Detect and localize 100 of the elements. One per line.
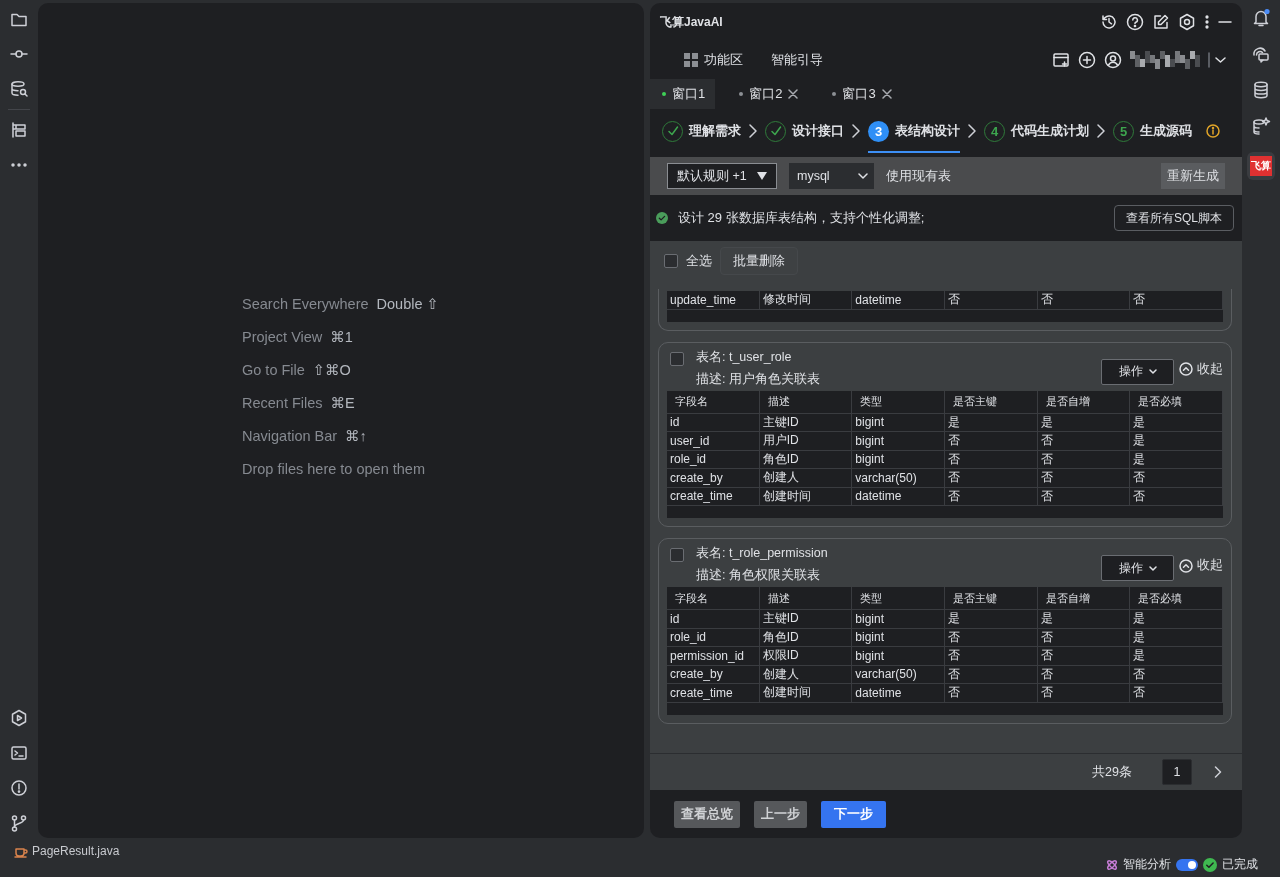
- existing-tables-button[interactable]: 使用现有表: [885, 167, 951, 185]
- table-cell: 是: [945, 610, 1038, 628]
- batch-delete-button[interactable]: 批量删除: [720, 247, 798, 275]
- sql-scripts-button[interactable]: 查看所有SQL脚本: [1114, 205, 1234, 231]
- step-tab[interactable]: 设计接口: [765, 109, 844, 153]
- shortcut-text: ⌘E: [330, 393, 355, 413]
- table-cell: 否: [945, 469, 1038, 487]
- column-header: 描述: [759, 587, 853, 609]
- nav-button[interactable]: 智能引导: [771, 50, 823, 69]
- next-page-icon[interactable]: [1214, 766, 1222, 778]
- nav-button[interactable]: 功能区: [684, 50, 743, 69]
- footer-button[interactable]: 下一步: [821, 800, 886, 828]
- checkbox[interactable]: [664, 254, 678, 268]
- chevron-down-icon: [857, 173, 868, 179]
- table-cell: id: [667, 610, 760, 628]
- database-icon[interactable]: [1251, 80, 1271, 100]
- table-cell: datetime: [852, 291, 945, 309]
- table-cell: 否: [945, 647, 1038, 665]
- actions-dropdown[interactable]: 操作: [1101, 555, 1174, 581]
- help-icon[interactable]: [1126, 13, 1144, 31]
- database-search-icon[interactable]: [10, 80, 28, 98]
- table-description: 描述: 用户角色关联表: [696, 370, 821, 388]
- footer-button[interactable]: 查看总览: [674, 800, 740, 828]
- run-icon[interactable]: [10, 709, 28, 727]
- table-cell: 否: [945, 665, 1038, 683]
- column-header: 字段名: [667, 390, 760, 413]
- window-tab[interactable]: 窗口1: [650, 79, 716, 109]
- table-cell: 是: [1130, 450, 1223, 468]
- table-cell: create_time: [667, 487, 760, 505]
- column-header: 是否主键: [945, 390, 1038, 413]
- database-select[interactable]: mysql: [789, 163, 874, 189]
- chevron-down-icon[interactable]: [1208, 50, 1228, 69]
- plugin-logo[interactable]: 飞算: [1247, 152, 1275, 180]
- table-cell: 否: [1037, 487, 1131, 505]
- table-cell: 创建人: [759, 665, 853, 683]
- table-cell: bigint: [852, 610, 945, 628]
- table-cell: update_time: [667, 291, 760, 309]
- close-icon[interactable]: [881, 89, 892, 99]
- notification-icon[interactable]: [1251, 8, 1271, 28]
- regenerate-button[interactable]: 重新生成: [1161, 163, 1225, 189]
- actions-dropdown[interactable]: 操作: [1101, 358, 1174, 385]
- table-cell: 主键ID: [759, 610, 853, 628]
- table-cell: 否: [1130, 487, 1223, 505]
- analysis-toggle[interactable]: [1176, 858, 1198, 871]
- collapse-button[interactable]: 收起: [1179, 557, 1223, 574]
- checkbox[interactable]: [670, 548, 684, 562]
- collapse-icon: [1179, 558, 1193, 573]
- table-cell: id: [667, 413, 760, 431]
- table-cell: 否: [1037, 291, 1131, 309]
- table-cell: 否: [1037, 665, 1131, 683]
- step-tab[interactable]: 理解需求: [662, 109, 741, 153]
- table-description: 描述: 角色权限关联表: [696, 567, 821, 584]
- chevron-right-icon: [852, 124, 860, 138]
- table-cell: 否: [1037, 684, 1131, 702]
- structure-icon[interactable]: [10, 121, 28, 139]
- problems-icon[interactable]: [10, 779, 28, 797]
- select-all-label: 全选: [686, 252, 712, 270]
- table-name: 表名: t_role_permission: [696, 545, 829, 562]
- table-cell: 否: [945, 487, 1038, 505]
- hint-text: Navigation Bar: [242, 426, 338, 446]
- shortcut-text: ⇧⌘O: [312, 360, 351, 380]
- table-cell: 否: [945, 628, 1038, 646]
- status-text: 已完成: [1222, 856, 1258, 873]
- column-header: 描述: [759, 390, 853, 413]
- check-icon: [666, 125, 679, 137]
- user-icon[interactable]: [1104, 50, 1122, 69]
- database-sparkle-icon[interactable]: [1251, 116, 1271, 136]
- chat-icon[interactable]: [1251, 44, 1271, 64]
- table-cell: 是: [1130, 432, 1223, 450]
- branch-icon[interactable]: [10, 814, 28, 832]
- checkbox[interactable]: [670, 351, 684, 366]
- window-tab[interactable]: 窗口3: [820, 79, 902, 109]
- step-tab[interactable]: 3 表结构设计: [868, 109, 960, 153]
- footer-button[interactable]: 上一步: [754, 800, 807, 828]
- history-icon[interactable]: [1100, 13, 1118, 31]
- terminal-icon[interactable]: [10, 744, 28, 762]
- add-icon[interactable]: [1078, 50, 1096, 69]
- new-window-icon[interactable]: [1052, 50, 1070, 69]
- step-tab[interactable]: 5 生成源码: [1113, 109, 1192, 153]
- shortcut-text: Double ⇧: [376, 294, 439, 314]
- table-cell: 是: [1037, 413, 1131, 431]
- table-cell: 否: [1037, 469, 1131, 487]
- window-tab[interactable]: 窗口2: [727, 79, 809, 109]
- table-cell: 是: [1037, 610, 1131, 628]
- panel-title: 飞算JavaAI: [660, 13, 723, 31]
- rules-dropdown[interactable]: 默认规则 +1: [667, 163, 777, 189]
- table-cell: 主键ID: [759, 413, 853, 431]
- table-cell: 否: [945, 291, 1038, 309]
- page-number[interactable]: 1: [1162, 759, 1192, 785]
- table-cell: 是: [1130, 647, 1223, 665]
- more-icon[interactable]: [1204, 13, 1210, 31]
- edit-icon[interactable]: [1152, 13, 1170, 31]
- file-breadcrumb[interactable]: PageResult.java: [14, 844, 120, 858]
- close-icon[interactable]: [788, 89, 799, 99]
- step-tab[interactable]: 4 代码生成计划: [984, 109, 1089, 153]
- table-cell: 否: [1130, 291, 1223, 309]
- chevron-right-icon: [968, 124, 976, 138]
- settings-icon[interactable]: [1178, 13, 1196, 31]
- table-cell: create_time: [667, 684, 760, 702]
- collapse-button[interactable]: 收起: [1179, 360, 1223, 378]
